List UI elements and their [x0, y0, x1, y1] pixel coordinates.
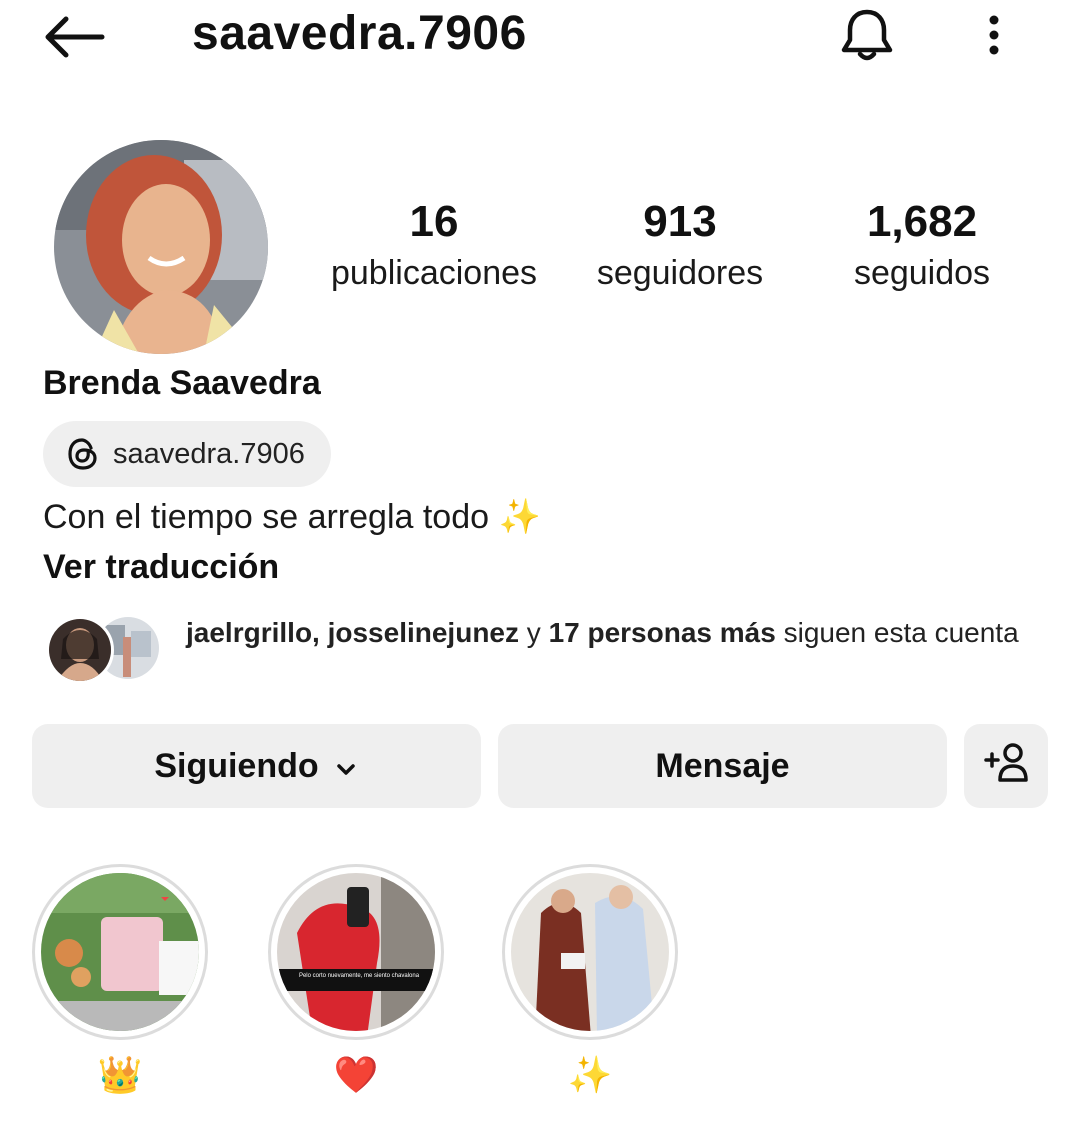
following-button[interactable]: Siguiendo — [32, 724, 481, 808]
following-label: seguidos — [853, 254, 991, 292]
posts-count: 16 — [409, 197, 459, 246]
bio-text: Con el tiempo se arregla todo ✨ — [43, 498, 541, 536]
followers-label: seguidores — [596, 254, 764, 292]
bell-icon[interactable] — [836, 6, 898, 64]
add-user-icon — [982, 740, 1030, 793]
story-highlight[interactable]: Pelo corto nuevamente, me siento chavalo… — [268, 864, 444, 1040]
highlight-label: ❤️ — [333, 1054, 379, 1095]
highlight-story-text: Pelo corto nuevamente, me siento chavalo… — [299, 973, 420, 979]
back-arrow-icon[interactable] — [40, 12, 106, 62]
mutual-follower-names: jaelrgrillo, josselinejunez — [186, 617, 519, 648]
highlight-cover — [511, 873, 669, 1031]
chevron-down-icon — [333, 753, 359, 779]
followed-by-text[interactable]: jaelrgrillo, josselinejunez y 17 persona… — [186, 614, 1046, 651]
suggested-users-button[interactable] — [964, 724, 1048, 808]
threads-icon — [65, 436, 101, 472]
mutual-follower-avatar — [46, 616, 114, 684]
following-count: 1,682 — [866, 197, 978, 246]
posts-stat[interactable]: 16 publicaciones — [314, 196, 554, 298]
threads-badge[interactable]: saavedra.7906 — [43, 421, 331, 487]
message-button[interactable]: Mensaje — [498, 724, 947, 808]
followers-stat[interactable]: 913 seguidores — [560, 196, 800, 298]
highlight-label: ✨ — [567, 1054, 613, 1095]
message-button-label: Mensaje — [655, 746, 790, 785]
following-button-label: Siguiendo — [154, 746, 319, 785]
mutual-followers-others: 17 personas más — [548, 617, 776, 648]
followers-count: 913 — [643, 197, 717, 246]
highlight-cover — [41, 873, 199, 1031]
story-highlight[interactable] — [32, 864, 208, 1040]
following-stat[interactable]: 1,682 seguidos — [802, 196, 1042, 298]
more-vertical-icon[interactable] — [976, 10, 1012, 60]
profile-username-title: saavedra.7906 — [192, 7, 527, 60]
highlight-cover: Pelo corto nuevamente, me siento chavalo… — [277, 873, 435, 1031]
profile-avatar[interactable] — [54, 140, 268, 354]
mutual-followers-avatars[interactable] — [46, 614, 166, 686]
highlight-label: 👑 — [97, 1054, 143, 1095]
full-name: Brenda Saavedra — [43, 364, 321, 402]
posts-label: publicaciones — [330, 254, 538, 292]
see-translation-link[interactable]: Ver traducción — [43, 542, 279, 592]
story-highlight[interactable] — [502, 864, 678, 1040]
threads-handle: saavedra.7906 — [113, 437, 305, 470]
